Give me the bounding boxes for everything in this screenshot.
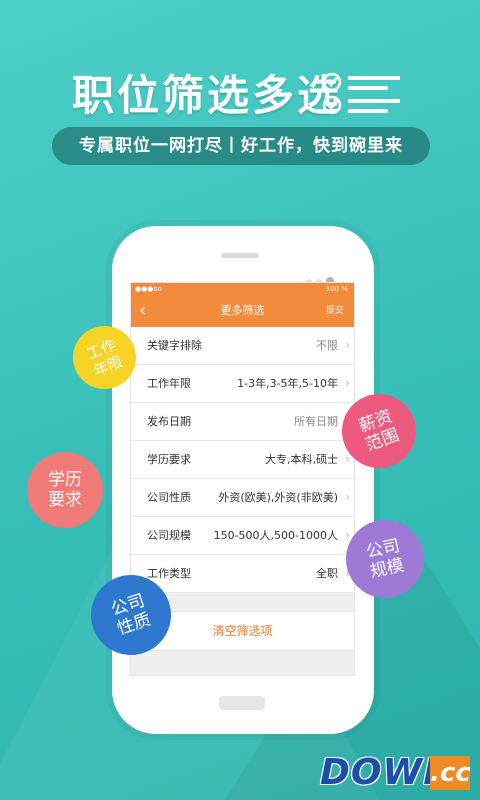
filter-value: 全职 — [316, 567, 338, 580]
submit-button[interactable]: 提交 — [326, 295, 344, 327]
filter-row-education[interactable]: 学历要求 大专,本科,硕士 › — [131, 441, 354, 479]
nav-bar: ‹ 更多筛选 提交 — [131, 295, 354, 327]
bubble-education: 学历 要求 — [27, 452, 103, 528]
battery-indicator: 100 % — [325, 285, 348, 293]
filter-label: 工作年限 — [147, 377, 191, 390]
bubble-label: 学历 要求 — [48, 470, 82, 510]
filter-value: 不限 — [316, 339, 338, 352]
filter-value: 所有日期 — [294, 415, 338, 428]
filter-label: 发布日期 — [147, 415, 191, 428]
filter-label: 公司规模 — [147, 529, 191, 542]
chevron-right-icon: › — [345, 338, 350, 352]
promo-subtitle: 专属职位一网打尽丨好工作，快到碗里来 — [52, 127, 430, 165]
watermark-logo: DOWN .cc — [320, 752, 472, 794]
chevron-right-icon: › — [345, 490, 350, 504]
chevron-right-icon: › — [345, 376, 350, 390]
filter-row-company-size[interactable]: 公司规模 150-500人,500-1000人 › — [131, 517, 354, 555]
bubble-label: 薪资 范围 — [356, 406, 402, 456]
filter-value: 1-3年,3-5年,5-10年 — [237, 377, 338, 390]
filter-row-keyword-exclude[interactable]: 关键字排除 不限 › — [131, 327, 354, 365]
bubble-label: 公司 规模 — [364, 535, 406, 583]
watermark-suffix: .cc — [430, 756, 471, 790]
empty-area — [131, 651, 354, 675]
signal-indicator: ●●●oo — [135, 285, 162, 293]
filter-label: 公司性质 — [147, 491, 191, 504]
phone-home-button[interactable] — [219, 696, 265, 710]
status-bar: ●●●oo 100 % — [131, 283, 354, 295]
filter-row-post-date[interactable]: 发布日期 所有日期 › — [131, 403, 354, 441]
filter-row-job-type[interactable]: 工作类型 全职 › — [131, 555, 354, 593]
checklist-icon — [322, 72, 400, 115]
filter-label: 关键字排除 — [147, 339, 202, 352]
filter-label: 学历要求 — [147, 453, 191, 466]
page-title: 更多筛选 — [220, 304, 265, 317]
bubble-label: 工作 年限 — [83, 335, 126, 380]
filter-row-work-years[interactable]: 工作年限 1-3年,3-5年,5-10年 › — [131, 365, 354, 403]
filter-row-company-type[interactable]: 公司性质 外资(欧美),外资(非欧美) › — [131, 479, 354, 517]
promo-headline: 职位筛选多选 — [72, 71, 343, 120]
phone-earpiece — [221, 253, 259, 258]
filter-value: 150-500人,500-1000人 — [213, 529, 338, 542]
filter-value: 外资(欧美),外资(非欧美) — [218, 491, 338, 504]
bubble-label: 公司 性质 — [108, 590, 154, 640]
filter-value: 大专,本科,硕士 — [265, 453, 338, 466]
